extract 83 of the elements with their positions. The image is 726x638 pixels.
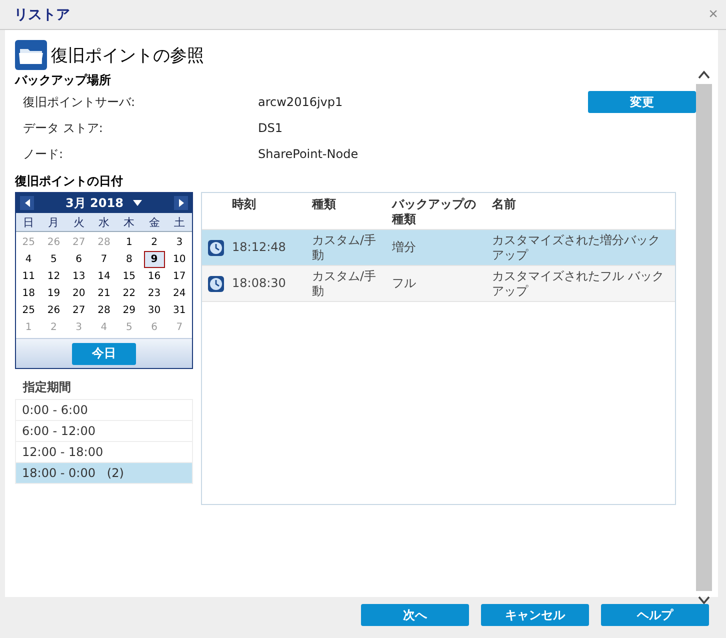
table-cell-text: 18:12:48 (232, 240, 287, 255)
field-value: SharePoint-Node (258, 147, 360, 161)
left-arrow-icon (24, 199, 30, 207)
calendar-day[interactable]: 13 (68, 268, 90, 285)
table-cell-text: フル (392, 276, 417, 291)
calendar-day[interactable]: 6 (68, 251, 90, 268)
dialog-button[interactable]: キャンセル (481, 604, 589, 626)
column-header: 時刻 (232, 197, 257, 212)
table-cell-text: カスタム/手動 (312, 232, 378, 262)
weekday-label: 木 (116, 213, 142, 232)
table-cell-text: カスタム/手動 (312, 268, 378, 298)
right-arrow-icon (178, 199, 184, 207)
calendar-day[interactable]: 14 (93, 268, 115, 285)
column-header: 種類 (312, 197, 337, 212)
scroll-up-icon[interactable] (698, 70, 710, 80)
clock-icon (208, 240, 224, 256)
next-month-button[interactable] (174, 196, 188, 210)
calendar-day[interactable]: 31 (168, 302, 190, 319)
weekday-label: 日 (16, 213, 42, 232)
calendar-day[interactable]: 30 (144, 302, 165, 319)
scroll-down-icon[interactable] (698, 595, 710, 605)
calendar-day[interactable]: 27 (68, 302, 90, 319)
dialog-button[interactable]: 次へ (361, 604, 469, 626)
calendar-day[interactable]: 24 (168, 285, 190, 302)
month-label: 3月 2018 (66, 194, 124, 212)
weekday-label: 月 (41, 213, 66, 232)
calendar-day[interactable]: 29 (118, 302, 140, 319)
table-cell-text: 増分 (392, 240, 417, 255)
calendar-day[interactable]: 22 (118, 285, 140, 302)
calendar-day[interactable]: 17 (168, 268, 190, 285)
table-cell-text: カスタマイズされたフル バックアップ (492, 268, 665, 298)
calendar-day[interactable]: 21 (93, 285, 115, 302)
calendar-day[interactable]: 20 (68, 285, 90, 302)
table-cell-text: カスタマイズされた増分バックアップ (492, 232, 661, 262)
period-item[interactable]: 18:00 - 0:00 (2) (15, 462, 193, 484)
calendar-day[interactable]: 3 (168, 234, 190, 251)
calendar-day[interactable]: 19 (43, 285, 64, 302)
calendar-day[interactable]: 8 (118, 251, 140, 268)
section-heading: 復旧ポイントの日付 (15, 173, 124, 190)
calendar-day[interactable]: 5 (43, 251, 64, 268)
period-heading: 指定期間 (23, 379, 72, 396)
calendar-day[interactable]: 10 (168, 251, 190, 268)
today-button[interactable]: 今日 (72, 342, 136, 364)
calendar-day[interactable]: 9 (144, 251, 165, 268)
weekday-label: 火 (66, 213, 92, 232)
field-label: 復旧ポイントサーバ: (23, 94, 136, 110)
calendar-day[interactable]: 1 (118, 234, 140, 251)
weekday-label: 土 (166, 213, 192, 232)
change-button[interactable]: 変更 (588, 91, 696, 113)
calendar-day[interactable]: 2 (144, 234, 165, 251)
dropdown-icon[interactable] (133, 200, 142, 206)
period-item[interactable]: 0:00 - 6:00 (15, 399, 193, 421)
column-header: バックアップの種類 (392, 197, 477, 227)
calendar-day[interactable]: 15 (118, 268, 140, 285)
field-label: ノード: (23, 146, 64, 162)
calendar-day[interactable]: 25 (18, 302, 40, 319)
folder-icon (15, 40, 47, 70)
calendar-day[interactable]: 4 (18, 251, 40, 268)
page-title: 復旧ポイントの参照 (51, 44, 204, 66)
calendar-day[interactable]: 23 (144, 285, 165, 302)
dialog-button[interactable]: ヘルプ (601, 604, 709, 626)
field-value: arcw2016jvp1 (258, 95, 344, 109)
previous-month-button[interactable] (20, 196, 34, 210)
calendar-day[interactable]: 26 (43, 302, 64, 319)
clock-icon (208, 276, 224, 292)
calendar-day[interactable]: 16 (144, 268, 165, 285)
table-cell-text: 18:08:30 (232, 276, 287, 291)
field-value: DS1 (258, 121, 284, 135)
calendar-day[interactable]: 11 (18, 268, 40, 285)
weekday-label: 金 (142, 213, 167, 232)
section-heading: バックアップ場所 (15, 72, 112, 89)
column-header: 名前 (492, 197, 517, 212)
table-row[interactable]: 18:08:30 カスタム/手動 フル カスタマイズされたフル バックアップ (202, 266, 675, 302)
table-row[interactable]: 18:12:48 カスタム/手動 増分 カスタマイズされた増分バックアップ (202, 230, 675, 266)
window-title: リストア (14, 6, 70, 24)
field-label: データ ストア: (23, 120, 104, 136)
calendar-day[interactable]: 12 (43, 268, 64, 285)
weekday-label: 水 (91, 213, 117, 232)
period-item[interactable]: 6:00 - 12:00 (15, 420, 193, 442)
calendar-day[interactable]: 28 (93, 302, 115, 319)
calendar-day[interactable]: 7 (93, 251, 115, 268)
period-item[interactable]: 12:00 - 18:00 (15, 441, 193, 463)
calendar-day[interactable]: 18 (18, 285, 40, 302)
